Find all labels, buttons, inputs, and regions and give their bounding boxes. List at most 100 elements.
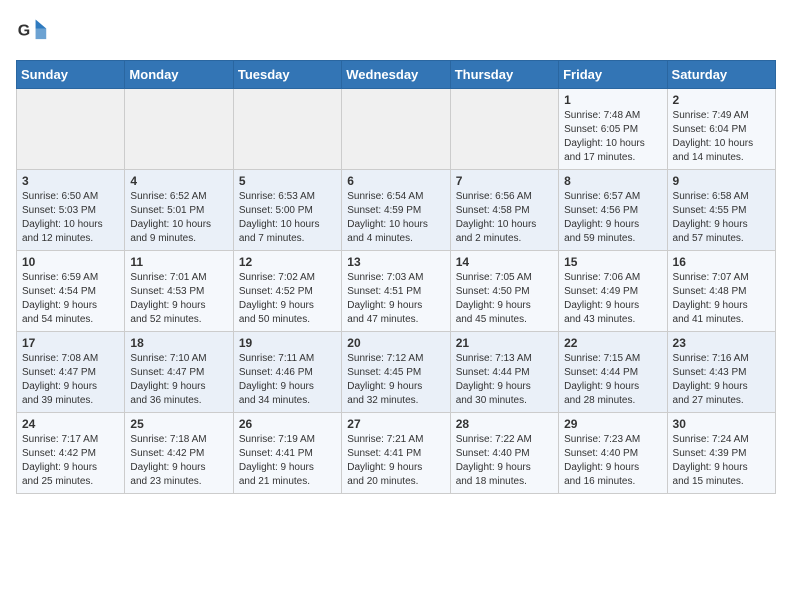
weekday-header: Saturday bbox=[667, 61, 775, 89]
calendar-cell: 14 Sunrise: 7:05 AM Sunset: 4:50 PM Dayli… bbox=[450, 251, 558, 332]
cell-info: Sunrise: 7:06 AM Sunset: 4:49 PM Dayligh… bbox=[564, 271, 661, 327]
calendar-cell: 12Sunrise: 7:02 AM Sunset: 4:52 PM Dayli… bbox=[233, 251, 341, 332]
calendar-cell bbox=[342, 89, 450, 170]
cell-info: Sunrise: 7:21 AM Sunset: 4:41 PM Dayligh… bbox=[347, 433, 444, 489]
day-number: 7 bbox=[456, 174, 553, 188]
calendar-table: SundayMondayTuesdayWednesdayThursdayFrid… bbox=[16, 60, 776, 494]
cell-info: Sunrise: 7:24 AM Sunset: 4:39 PM Dayligh… bbox=[673, 433, 770, 489]
day-number: 15 bbox=[564, 255, 661, 269]
calendar-cell: 25Sunrise: 7:18 AM Sunset: 4:42 PM Dayli… bbox=[125, 413, 233, 494]
day-number: 2 bbox=[673, 93, 770, 107]
cell-info: Sunrise: 7:10 AM Sunset: 4:47 PM Dayligh… bbox=[130, 352, 227, 408]
cell-info: Sunrise: 7:23 AM Sunset: 4:40 PM Dayligh… bbox=[564, 433, 661, 489]
calendar-cell: 10 Sunrise: 6:59 AM Sunset: 4:54 PM Dayli… bbox=[17, 251, 125, 332]
cell-info: Sunrise: 7:22 AM Sunset: 4:40 PM Dayligh… bbox=[456, 433, 553, 489]
day-number: 11 bbox=[130, 255, 227, 269]
calendar-header: SundayMondayTuesdayWednesdayThursdayFrid… bbox=[17, 61, 776, 89]
page-header: G bbox=[16, 16, 776, 48]
calendar-cell: 26 Sunrise: 7:19 AM Sunset: 4:41 PM Dayli… bbox=[233, 413, 341, 494]
day-number: 18 bbox=[130, 336, 227, 350]
weekday-header: Monday bbox=[125, 61, 233, 89]
day-number: 3 bbox=[22, 174, 119, 188]
calendar-cell: 3 Sunrise: 6:50 AM Sunset: 5:03 PM Daylig… bbox=[17, 170, 125, 251]
cell-info: Sunrise: 7:17 AM Sunset: 4:42 PM Dayligh… bbox=[22, 433, 119, 489]
calendar-week: 3 Sunrise: 6:50 AM Sunset: 5:03 PM Daylig… bbox=[17, 170, 776, 251]
day-number: 21 bbox=[456, 336, 553, 350]
calendar-cell: 13Sunrise: 7:03 AM Sunset: 4:51 PM Dayli… bbox=[342, 251, 450, 332]
calendar-cell: 21 Sunrise: 7:13 AM Sunset: 4:44 PM Dayli… bbox=[450, 332, 558, 413]
calendar-cell: 19 Sunrise: 7:11 AM Sunset: 4:46 PM Dayli… bbox=[233, 332, 341, 413]
day-number: 17 bbox=[22, 336, 119, 350]
weekday-header: Wednesday bbox=[342, 61, 450, 89]
calendar-week: 24 Sunrise: 7:17 AM Sunset: 4:42 PM Dayli… bbox=[17, 413, 776, 494]
calendar-cell: 27 Sunrise: 7:21 AM Sunset: 4:41 PM Dayli… bbox=[342, 413, 450, 494]
cell-info: Sunrise: 6:59 AM Sunset: 4:54 PM Dayligh… bbox=[22, 271, 119, 327]
calendar-cell: 11Sunrise: 7:01 AM Sunset: 4:53 PM Dayli… bbox=[125, 251, 233, 332]
cell-info: Sunrise: 7:15 AM Sunset: 4:44 PM Dayligh… bbox=[564, 352, 661, 408]
cell-info: Sunrise: 7:11 AM Sunset: 4:46 PM Dayligh… bbox=[239, 352, 336, 408]
calendar-cell: 16 Sunrise: 7:07 AM Sunset: 4:48 PM Dayli… bbox=[667, 251, 775, 332]
calendar-cell bbox=[450, 89, 558, 170]
calendar-cell: 4 Sunrise: 6:52 AM Sunset: 5:01 PM Daylig… bbox=[125, 170, 233, 251]
day-number: 30 bbox=[673, 417, 770, 431]
weekday-header: Friday bbox=[559, 61, 667, 89]
calendar-cell: 28 Sunrise: 7:22 AM Sunset: 4:40 PM Dayli… bbox=[450, 413, 558, 494]
calendar-cell: 24 Sunrise: 7:17 AM Sunset: 4:42 PM Dayli… bbox=[17, 413, 125, 494]
day-number: 8 bbox=[564, 174, 661, 188]
calendar-cell bbox=[233, 89, 341, 170]
calendar-week: 17 Sunrise: 7:08 AM Sunset: 4:47 PM Dayli… bbox=[17, 332, 776, 413]
cell-info: Sunrise: 7:05 AM Sunset: 4:50 PM Dayligh… bbox=[456, 271, 553, 327]
day-number: 5 bbox=[239, 174, 336, 188]
weekday-header: Sunday bbox=[17, 61, 125, 89]
calendar-cell: 23Sunrise: 7:16 AM Sunset: 4:43 PM Dayli… bbox=[667, 332, 775, 413]
cell-info: Sunrise: 7:03 AM Sunset: 4:51 PM Dayligh… bbox=[347, 271, 444, 327]
day-number: 19 bbox=[239, 336, 336, 350]
calendar-cell: 17 Sunrise: 7:08 AM Sunset: 4:47 PM Dayli… bbox=[17, 332, 125, 413]
cell-info: Sunrise: 7:07 AM Sunset: 4:48 PM Dayligh… bbox=[673, 271, 770, 327]
calendar-cell: 2 Sunrise: 7:49 AM Sunset: 6:04 PM Daylig… bbox=[667, 89, 775, 170]
calendar-cell bbox=[17, 89, 125, 170]
cell-info: Sunrise: 6:53 AM Sunset: 5:00 PM Dayligh… bbox=[239, 190, 336, 246]
calendar-cell: 5 Sunrise: 6:53 AM Sunset: 5:00 PM Daylig… bbox=[233, 170, 341, 251]
cell-info: Sunrise: 6:54 AM Sunset: 4:59 PM Dayligh… bbox=[347, 190, 444, 246]
day-number: 24 bbox=[22, 417, 119, 431]
day-number: 22 bbox=[564, 336, 661, 350]
weekday-header: Thursday bbox=[450, 61, 558, 89]
day-number: 9 bbox=[673, 174, 770, 188]
cell-info: Sunrise: 6:56 AM Sunset: 4:58 PM Dayligh… bbox=[456, 190, 553, 246]
calendar-cell: 1 Sunrise: 7:48 AM Sunset: 6:05 PM Daylig… bbox=[559, 89, 667, 170]
cell-info: Sunrise: 7:48 AM Sunset: 6:05 PM Dayligh… bbox=[564, 109, 661, 165]
day-number: 10 bbox=[22, 255, 119, 269]
calendar-week: 1 Sunrise: 7:48 AM Sunset: 6:05 PM Daylig… bbox=[17, 89, 776, 170]
day-number: 1 bbox=[564, 93, 661, 107]
logo-icon: G bbox=[16, 16, 48, 48]
cell-info: Sunrise: 6:58 AM Sunset: 4:55 PM Dayligh… bbox=[673, 190, 770, 246]
cell-info: Sunrise: 7:13 AM Sunset: 4:44 PM Dayligh… bbox=[456, 352, 553, 408]
calendar-cell: 9 Sunrise: 6:58 AM Sunset: 4:55 PM Daylig… bbox=[667, 170, 775, 251]
cell-info: Sunrise: 6:50 AM Sunset: 5:03 PM Dayligh… bbox=[22, 190, 119, 246]
calendar-cell: 7 Sunrise: 6:56 AM Sunset: 4:58 PM Daylig… bbox=[450, 170, 558, 251]
day-number: 27 bbox=[347, 417, 444, 431]
calendar-body: 1 Sunrise: 7:48 AM Sunset: 6:05 PM Daylig… bbox=[17, 89, 776, 494]
calendar-cell: 15 Sunrise: 7:06 AM Sunset: 4:49 PM Dayli… bbox=[559, 251, 667, 332]
cell-info: Sunrise: 7:08 AM Sunset: 4:47 PM Dayligh… bbox=[22, 352, 119, 408]
day-number: 26 bbox=[239, 417, 336, 431]
calendar-cell: 8 Sunrise: 6:57 AM Sunset: 4:56 PM Daylig… bbox=[559, 170, 667, 251]
cell-info: Sunrise: 7:19 AM Sunset: 4:41 PM Dayligh… bbox=[239, 433, 336, 489]
cell-info: Sunrise: 7:49 AM Sunset: 6:04 PM Dayligh… bbox=[673, 109, 770, 165]
day-number: 4 bbox=[130, 174, 227, 188]
day-number: 20 bbox=[347, 336, 444, 350]
day-number: 12 bbox=[239, 255, 336, 269]
day-number: 14 bbox=[456, 255, 553, 269]
svg-text:G: G bbox=[18, 23, 30, 40]
day-number: 16 bbox=[673, 255, 770, 269]
cell-info: Sunrise: 7:12 AM Sunset: 4:45 PM Dayligh… bbox=[347, 352, 444, 408]
weekday-row: SundayMondayTuesdayWednesdayThursdayFrid… bbox=[17, 61, 776, 89]
cell-info: Sunrise: 6:52 AM Sunset: 5:01 PM Dayligh… bbox=[130, 190, 227, 246]
day-number: 25 bbox=[130, 417, 227, 431]
day-number: 29 bbox=[564, 417, 661, 431]
day-number: 28 bbox=[456, 417, 553, 431]
calendar-cell: 30 Sunrise: 7:24 AM Sunset: 4:39 PM Dayli… bbox=[667, 413, 775, 494]
calendar-cell: 22 Sunrise: 7:15 AM Sunset: 4:44 PM Dayli… bbox=[559, 332, 667, 413]
cell-info: Sunrise: 6:57 AM Sunset: 4:56 PM Dayligh… bbox=[564, 190, 661, 246]
